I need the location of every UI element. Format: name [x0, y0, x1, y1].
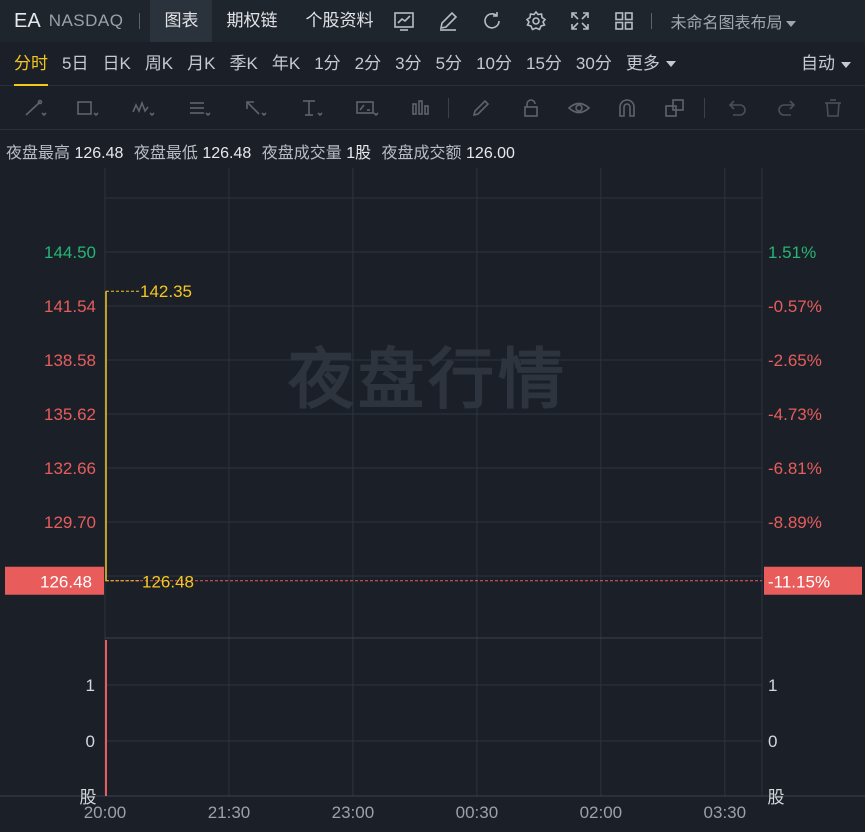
period-tab-intraday[interactable]: 分时 — [14, 42, 48, 86]
period-tab-quarterly[interactable]: 季K — [230, 42, 258, 86]
x-tick: 02:00 — [580, 803, 623, 822]
period-tab-monthly[interactable]: 月K — [187, 42, 215, 86]
period-tab-weekly[interactable]: 周K — [145, 42, 173, 86]
period-more-dropdown[interactable]: 更多 — [626, 42, 676, 86]
indicator-icon[interactable] — [391, 8, 417, 34]
period-tab-2min[interactable]: 2分 — [355, 42, 381, 86]
y-tick-pct: -8.89% — [768, 513, 822, 532]
period-tab-yearly[interactable]: 年K — [272, 42, 300, 86]
layout-name: 未命名图表布局 — [670, 15, 783, 32]
low-value: 126.48 — [202, 145, 252, 162]
undo-icon[interactable] — [720, 96, 754, 120]
volume-label: 夜盘成交量 — [261, 145, 342, 162]
fib-lines-icon[interactable] — [182, 96, 216, 120]
layout-name-dropdown[interactable]: 未命名图表布局 — [670, 9, 796, 33]
turnover-value: 126.00 — [466, 145, 515, 162]
tab-chart[interactable]: 图表 — [150, 0, 213, 42]
volume-bar — [105, 640, 107, 796]
divider — [139, 13, 141, 29]
x-tick: 03:30 — [704, 803, 747, 822]
wave-pattern-icon[interactable] — [126, 96, 160, 120]
volume-y-tick: 0 — [768, 732, 777, 751]
period-tab-10min[interactable]: 10分 — [476, 42, 512, 86]
magnet-icon[interactable] — [610, 96, 644, 120]
chevron-down-icon — [785, 20, 796, 27]
y-tick-pct: -4.73% — [768, 405, 822, 424]
y-tick-pct: -6.81% — [768, 459, 822, 478]
volume-value: 1股 — [346, 145, 372, 162]
auto-mode-label: 自动 — [801, 54, 835, 73]
y-tick-pct: -2.65% — [768, 351, 822, 370]
divider — [704, 98, 705, 118]
arrow-icon[interactable] — [238, 96, 272, 120]
refresh-icon[interactable] — [479, 8, 505, 34]
y-tick-price: 141.54 — [44, 297, 96, 316]
rectangle-icon[interactable] — [70, 96, 104, 120]
trash-icon[interactable] — [816, 96, 850, 120]
turnover-label: 夜盘成交额 — [381, 145, 462, 162]
trend-line-icon[interactable] — [18, 96, 52, 120]
night-session-info: 夜盘最高 126.48 夜盘最低 126.48 夜盘成交量 1股 夜盘成交额 1… — [6, 139, 521, 163]
period-tab-30min[interactable]: 30分 — [576, 42, 612, 86]
divider — [448, 98, 449, 118]
volume-y-tick: 1 — [768, 676, 777, 695]
period-tab-daily[interactable]: 日K — [102, 42, 130, 86]
volume-y-tick: 1 — [86, 676, 95, 695]
x-tick: 23:00 — [332, 803, 375, 822]
chevron-down-icon — [665, 61, 676, 68]
period-tab-5day[interactable]: 5日 — [62, 42, 88, 86]
y-tick-price: 138.58 — [44, 351, 96, 370]
tab-profile[interactable]: 个股资料 — [291, 0, 387, 42]
drawing-toolbar — [0, 86, 865, 130]
x-tick: 00:30 — [456, 803, 499, 822]
redo-icon[interactable] — [770, 96, 804, 120]
min-marker-label: 126.48 — [142, 573, 194, 592]
chevron-down-icon — [841, 61, 851, 68]
top-bar: EA NASDAQ 图表 期权链 个股资料 未命名图表布局 — [0, 0, 865, 42]
brush-icon[interactable] — [464, 96, 498, 120]
draw-pen-icon[interactable] — [435, 8, 461, 34]
y-tick-price: 135.62 — [44, 405, 96, 424]
text-tool-icon[interactable] — [294, 96, 328, 120]
y-tick-price: 144.50 — [44, 243, 96, 262]
high-value: 126.48 — [74, 145, 124, 162]
y-tick-pct: -0.57% — [768, 297, 822, 316]
divider — [651, 13, 653, 29]
volume-unit-right: 股 — [768, 788, 785, 808]
grid-layout-icon[interactable] — [611, 8, 637, 34]
x-tick: 21:30 — [208, 803, 251, 822]
last-price-label: 126.48 — [40, 573, 92, 592]
max-marker-label: 142.35 — [140, 282, 192, 301]
eye-icon[interactable] — [562, 96, 596, 120]
y-tick-pct: 1.51% — [768, 243, 816, 262]
period-tab-3min[interactable]: 3分 — [395, 42, 421, 86]
lock-icon[interactable] — [514, 96, 548, 120]
auto-mode-dropdown[interactable]: 自动 — [801, 42, 851, 86]
fullscreen-icon[interactable] — [567, 8, 593, 34]
layers-icon[interactable] — [658, 96, 692, 120]
x-tick: 20:00 — [84, 803, 127, 822]
intraday-chart[interactable]: 144.50 141.54 138.58 135.62 132.66 129.70 1.51… — [0, 168, 865, 832]
period-tab-15min[interactable]: 15分 — [526, 42, 562, 86]
y-tick-price: 129.70 — [44, 513, 96, 532]
period-tab-5min[interactable]: 5分 — [436, 42, 462, 86]
low-label: 夜盘最低 — [133, 145, 198, 162]
tab-option-chain[interactable]: 期权链 — [212, 0, 291, 42]
period-bar: 分时 5日 日K 周K 月K 季K 年K 1分 2分 3分 5分 10分 15分… — [0, 42, 865, 86]
settings-gear-icon[interactable] — [523, 8, 549, 34]
stock-symbol: EA — [14, 9, 41, 32]
period-tab-1min[interactable]: 1分 — [314, 42, 340, 86]
bar-tool-icon[interactable] — [404, 96, 438, 120]
high-label: 夜盘最高 — [6, 145, 71, 162]
exchange-label: NASDAQ — [48, 11, 124, 30]
label-tool-icon[interactable] — [350, 96, 384, 120]
volume-y-tick: 0 — [86, 732, 95, 751]
period-more-label: 更多 — [625, 53, 660, 73]
y-tick-price: 132.66 — [44, 459, 96, 478]
last-pct-label: -11.15% — [768, 573, 830, 592]
watermark: 夜盘行情 — [288, 341, 568, 418]
